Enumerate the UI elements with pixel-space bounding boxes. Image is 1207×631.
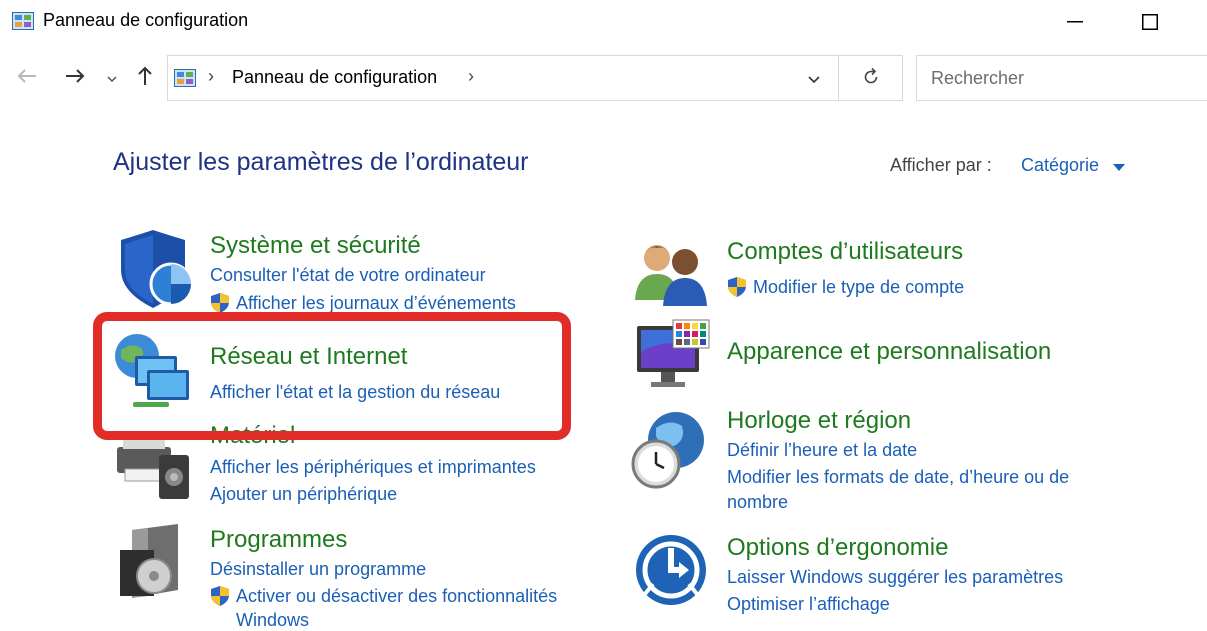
recent-locations-button[interactable] [99,60,125,96]
uac-shield-icon [209,585,231,607]
forward-button[interactable] [60,60,90,96]
link-view-event-logs[interactable]: Afficher les journaux d’événements [236,293,516,314]
search-input[interactable] [917,56,1207,100]
link-optimize-display[interactable]: Optimiser l’affichage [727,594,890,615]
up-arrow-icon [137,66,153,91]
category-ease-of-access[interactable]: Options d’ergonomie [727,534,948,562]
uac-shield-icon [726,276,748,298]
breadcrumb-separator[interactable]: › [468,66,474,87]
breadcrumb-separator[interactable]: › [208,66,214,87]
link-change-formats[interactable]: Modifier les formats de date, d’heure ou… [727,467,1069,488]
programs-icon[interactable] [118,524,198,604]
link-uninstall-program[interactable]: Désinstaller un programme [210,559,426,580]
link-change-account-type[interactable]: Modifier le type de compte [753,277,964,298]
view-by-label: Afficher par : [890,155,992,175]
display-icon[interactable] [633,318,713,398]
refresh-button[interactable] [839,55,903,101]
title-bar: Panneau de configuration [0,0,1207,44]
category-clock-region[interactable]: Horloge et région [727,407,911,435]
highlight-annotation [93,312,571,440]
minimize-button[interactable] [1040,0,1110,44]
address-bar[interactable]: › Panneau de configuration › [167,55,839,101]
link-let-windows-suggest[interactable]: Laisser Windows suggérer les paramètres [727,567,1063,588]
maximize-button[interactable] [1115,0,1185,44]
shield-icon[interactable] [113,230,193,310]
link-add-device[interactable]: Ajouter un périphérique [210,484,397,505]
ease-of-access-icon[interactable] [633,532,713,612]
page-title: Ajuster les paramètres de l’ordinateur [113,148,529,176]
search-box[interactable] [916,55,1207,101]
link-windows-features[interactable]: Activer ou désactiver des fonctionnalité… [236,586,557,607]
link-view-computer-status[interactable]: Consulter l'état de votre ordinateur [210,265,486,286]
chevron-down-icon[interactable] [803,70,825,88]
link-change-formats-cont[interactable]: nombre [727,492,788,513]
link-set-date-time[interactable]: Définir l’heure et la date [727,440,917,461]
forward-arrow-icon [65,68,85,89]
caret-down-icon[interactable] [1112,160,1126,171]
clock-globe-icon[interactable] [630,410,710,490]
link-view-devices-printers[interactable]: Afficher les périphériques et imprimante… [210,457,536,478]
control-panel-icon [12,12,34,30]
category-user-accounts[interactable]: Comptes d’utilisateurs [727,238,963,266]
control-panel-icon [174,69,196,87]
uac-shield-icon [209,292,231,314]
breadcrumb-item[interactable]: Panneau de configuration [232,67,437,88]
refresh-icon [862,66,880,91]
users-icon[interactable] [633,240,713,320]
category-appearance[interactable]: Apparence et personnalisation [727,338,1051,366]
up-button[interactable] [130,60,160,96]
view-by-dropdown[interactable]: Catégorie [1021,155,1099,176]
recent-dropdown-icon [107,69,117,87]
category-system-security[interactable]: Système et sécurité [210,232,421,260]
back-button[interactable] [12,60,42,96]
window-title: Panneau de configuration [43,10,249,30]
category-programs[interactable]: Programmes [210,526,347,554]
back-arrow-icon [17,68,37,89]
